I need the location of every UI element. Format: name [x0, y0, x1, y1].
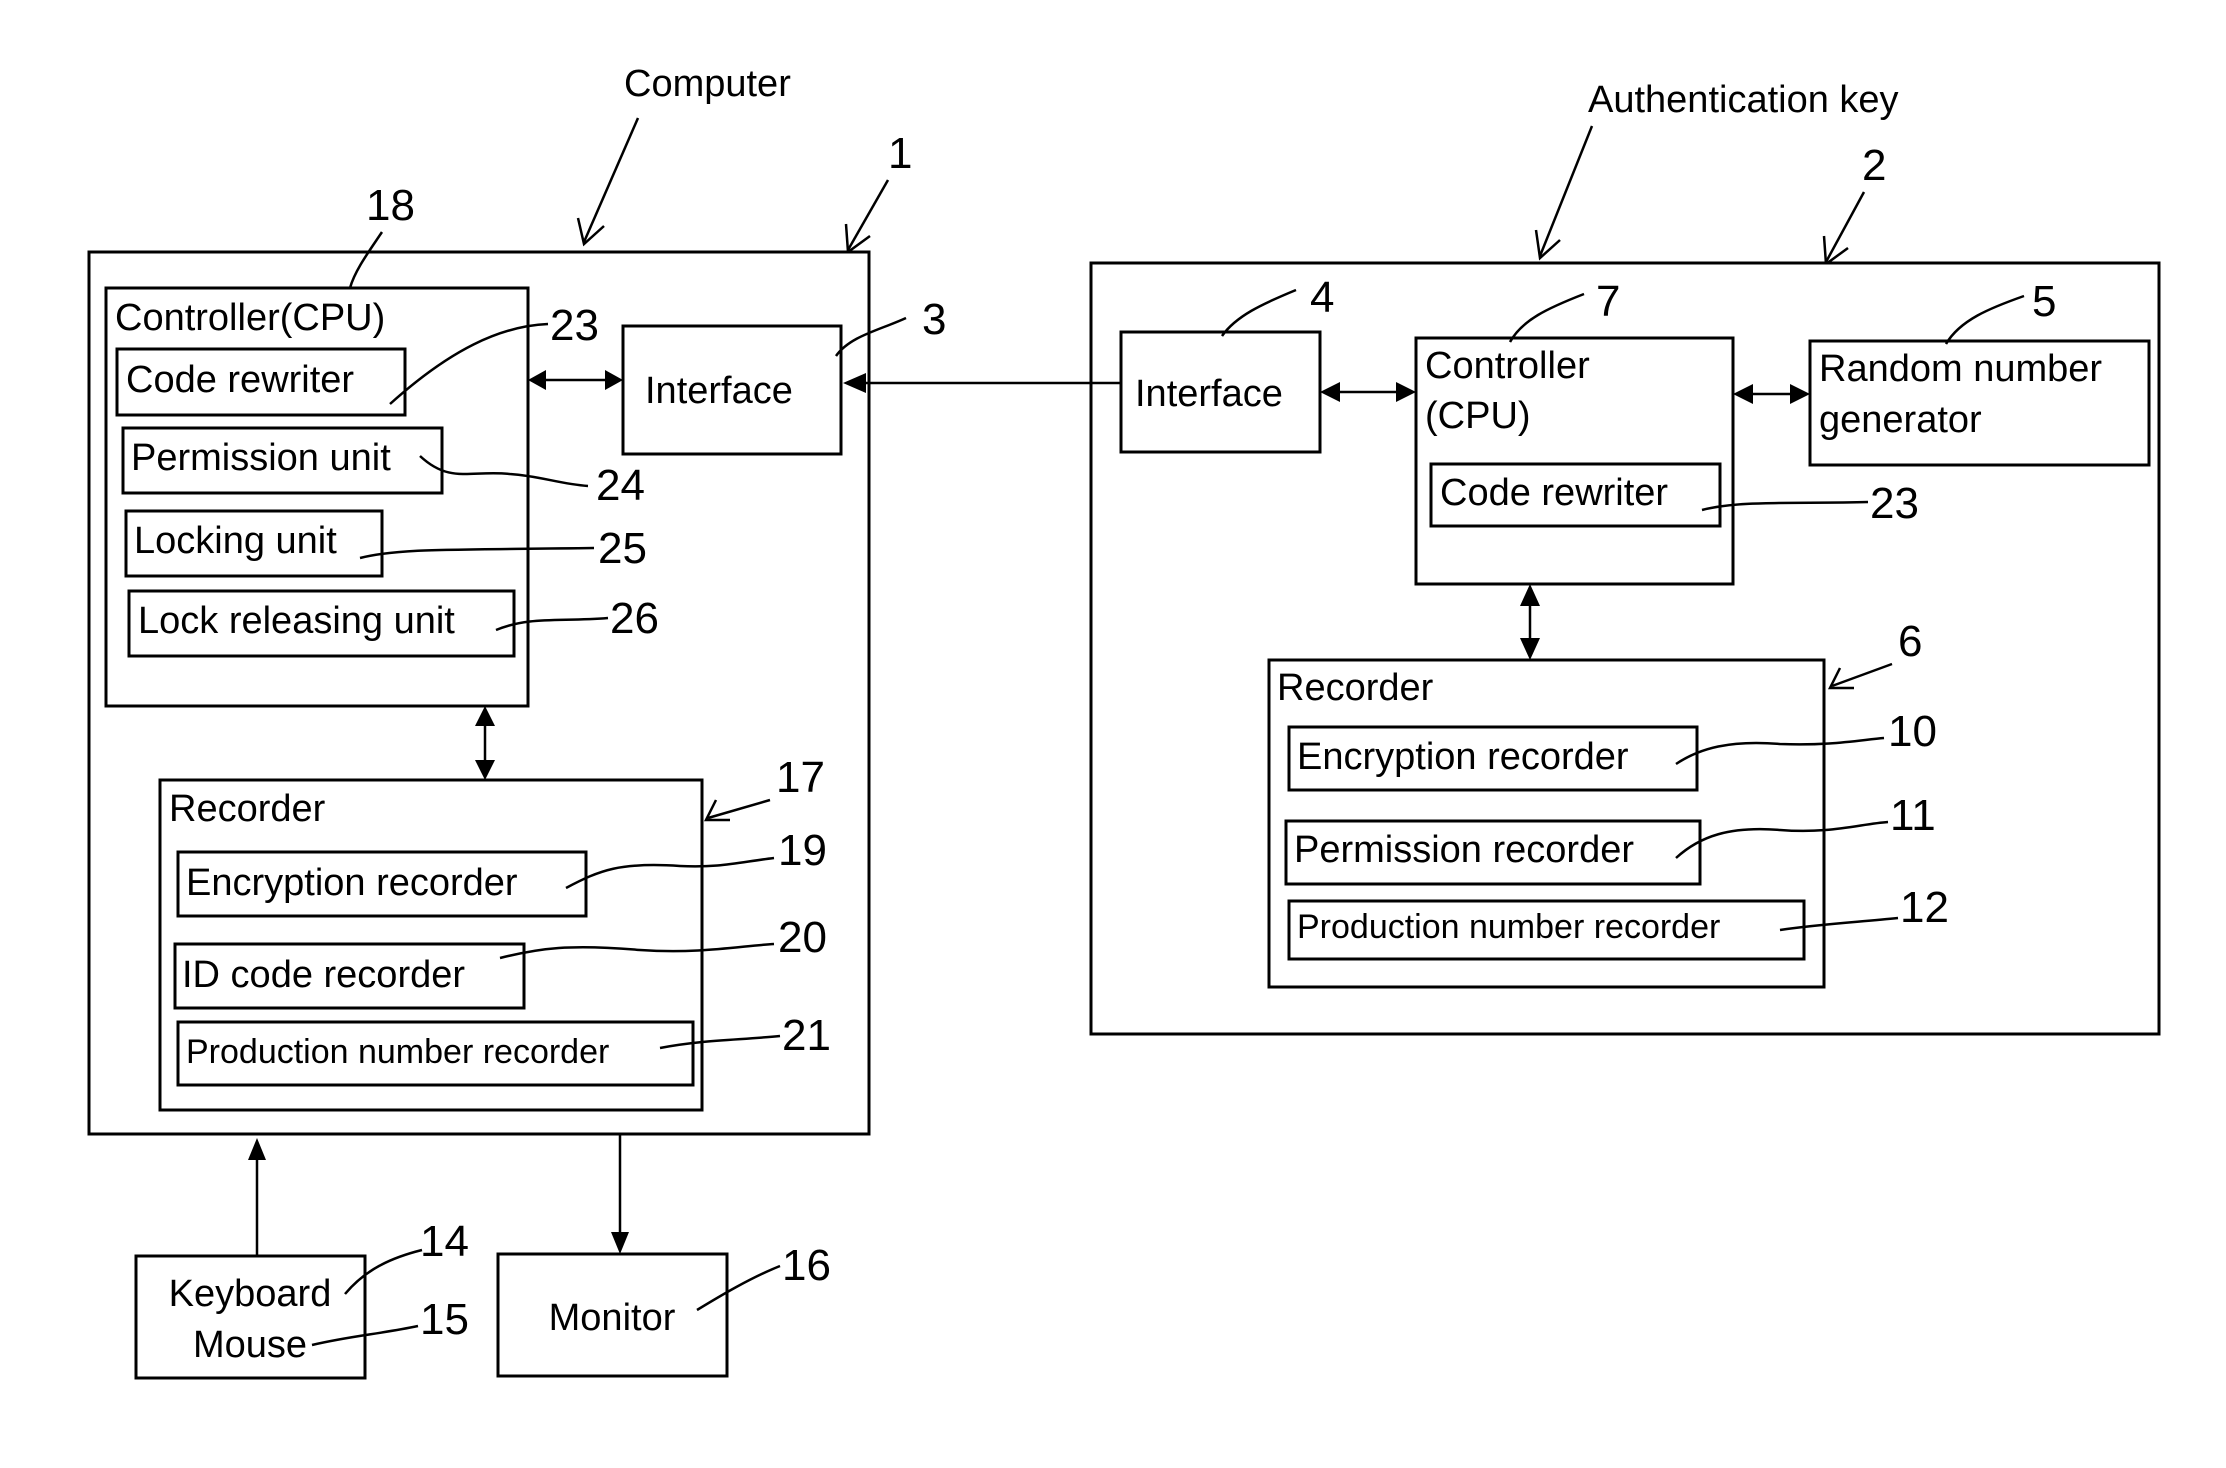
- computer-ref-1: 1: [888, 129, 912, 178]
- computer-title-pointer-head: [576, 217, 605, 247]
- ref-11: 11: [1890, 791, 1936, 840]
- code-rewriter-right-label: Code rewriter: [1440, 472, 1668, 514]
- recorder-6-label: Recorder: [1277, 667, 1434, 709]
- recorder-17-label: Recorder: [169, 788, 326, 830]
- ref-23-left: 23: [550, 301, 599, 350]
- ref-6: 6: [1898, 617, 1922, 666]
- ref-5: 5: [2032, 277, 2056, 326]
- auth-key-group: Authentication key 2 Interface 4 Control…: [843, 79, 2161, 1036]
- random-label-line2: generator: [1819, 399, 1982, 441]
- ref-21: 21: [782, 1011, 831, 1060]
- controller-7-label-line2: (CPU): [1425, 395, 1531, 437]
- ref-26: 26: [610, 594, 659, 643]
- ref-17: 17: [776, 753, 825, 802]
- keyboard-label: Keyboard: [169, 1273, 332, 1315]
- locking-unit-label: Locking unit: [134, 520, 337, 562]
- production-number-recorder-right-label: Production number recorder: [1297, 908, 1720, 946]
- ref-20: 20: [778, 913, 827, 962]
- ref-4: 4: [1310, 273, 1334, 322]
- auth-key-title: Authentication key: [1588, 79, 1899, 121]
- ref-25: 25: [598, 524, 647, 573]
- block-diagram: Computer 1 18 Controller(CPU) Code rewri…: [87, 63, 2161, 1380]
- ref-7: 7: [1596, 277, 1620, 326]
- ref-24: 24: [596, 461, 645, 510]
- ref-23-right: 23: [1870, 479, 1919, 528]
- code-rewriter-label: Code rewriter: [126, 359, 354, 401]
- ref-16: 16: [782, 1241, 831, 1290]
- auth-key-ref-2: 2: [1862, 141, 1886, 190]
- computer-ref-pointer: [846, 179, 890, 251]
- arrow-computer-monitor: [611, 1134, 629, 1254]
- controller-label: Controller(CPU): [115, 297, 385, 339]
- mouse-label: Mouse: [193, 1324, 307, 1366]
- ref-12: 12: [1900, 883, 1949, 932]
- peripherals-group: Keyboard Mouse 14 15 Monitor 16: [134, 1134, 831, 1380]
- controller-ref-18: 18: [366, 181, 415, 230]
- controller-7-label-line1: Controller: [1425, 345, 1590, 387]
- ref-3: 3: [922, 295, 946, 344]
- lock-releasing-unit-label: Lock releasing unit: [138, 600, 455, 642]
- monitor-label: Monitor: [549, 1297, 676, 1339]
- interface-3-label: Interface: [645, 370, 793, 412]
- ref-14: 14: [420, 1217, 469, 1266]
- interface-4-label: Interface: [1135, 373, 1283, 415]
- ref-10: 10: [1888, 707, 1937, 756]
- encryption-recorder-left-label: Encryption recorder: [186, 862, 518, 904]
- ref-15: 15: [420, 1295, 469, 1344]
- random-label-line1: Random number: [1819, 348, 2102, 390]
- computer-title-pointer: [582, 117, 640, 243]
- id-code-recorder-label: ID code recorder: [182, 954, 465, 996]
- auth-key-title-pointer: [1538, 125, 1594, 257]
- production-number-recorder-left-label: Production number recorder: [186, 1033, 609, 1071]
- encryption-recorder-right-label: Encryption recorder: [1297, 736, 1629, 778]
- ref-19: 19: [778, 826, 827, 875]
- permission-recorder-label: Permission recorder: [1294, 829, 1634, 871]
- arrow-keyboard-computer: [248, 1138, 266, 1256]
- computer-title: Computer: [624, 63, 791, 105]
- arrow-interface4-interface3: [843, 373, 1121, 393]
- permission-unit-label: Permission unit: [131, 437, 391, 479]
- computer-group: Computer 1 18 Controller(CPU) Code rewri…: [87, 63, 946, 1136]
